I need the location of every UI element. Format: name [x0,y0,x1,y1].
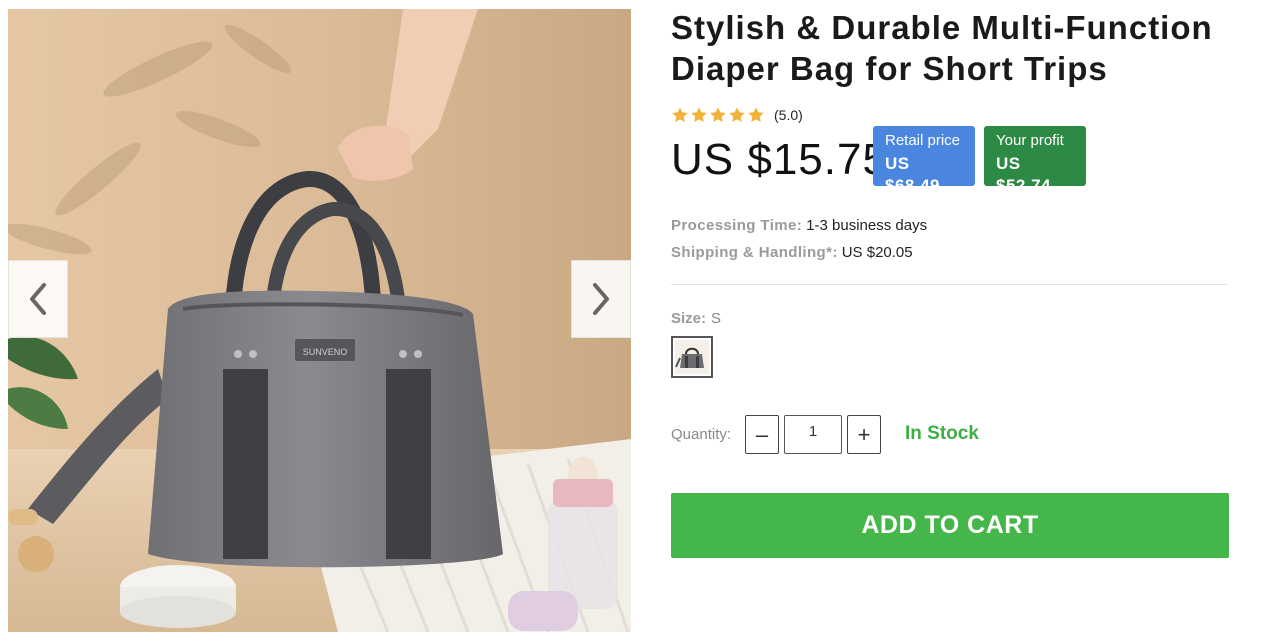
quantity-label: Quantity: [671,426,732,443]
profit-badge: Your profit US $52.74 [984,126,1086,195]
chevron-left-icon [30,283,46,315]
shipping-handling-value: US $20.05 [841,244,913,261]
quantity-input[interactable] [784,415,842,454]
product-title: Stylish & Durable Multi-Function Diaper … [671,9,1213,87]
star-icon [672,107,688,123]
size-selector: Size: S [671,310,721,327]
retail-price-badge: Retail price US $68.49 [873,126,975,195]
size-value: S [711,310,722,327]
stock-status: In Stock [905,423,979,444]
quantity-increase-button[interactable]: + [847,415,881,454]
star-icon [729,107,745,123]
rating-score: (5.0) [774,107,803,123]
processing-time: Processing Time: 1-3 business days [671,217,927,234]
product-photo: SUNVENO [8,9,631,632]
rating-stars [671,106,765,124]
product-price: US $15.75 [671,135,888,184]
divider [671,284,1228,285]
bag-thumbnail-icon [675,340,709,374]
size-label: Size: [671,310,707,327]
star-icon [691,107,707,123]
chevron-right-icon [593,283,609,315]
shipping-handling: Shipping & Handling*: US $20.05 [671,244,913,261]
star-icon [710,107,726,123]
product-rating: (5.0) [671,106,803,124]
processing-time-value: 1-3 business days [806,217,928,234]
shipping-handling-label: Shipping & Handling*: [671,244,838,261]
processing-time-label: Processing Time: [671,217,803,234]
bag-brand-label: SUNVENO [303,347,348,357]
retail-price-value: US $68.49 [885,154,940,195]
profit-label: Your profit [996,132,1064,149]
size-swatch-s[interactable] [671,336,713,378]
quantity-decrease-button[interactable]: – [745,415,779,454]
add-to-cart-button[interactable]: ADD TO CART [671,493,1229,558]
profit-value: US $52.74 [996,154,1051,195]
star-icon [748,107,764,123]
product-image-gallery: SUNVENO [8,9,631,632]
gallery-next-button[interactable] [571,260,631,338]
gallery-prev-button[interactable] [8,260,68,338]
retail-price-label: Retail price [885,132,961,149]
